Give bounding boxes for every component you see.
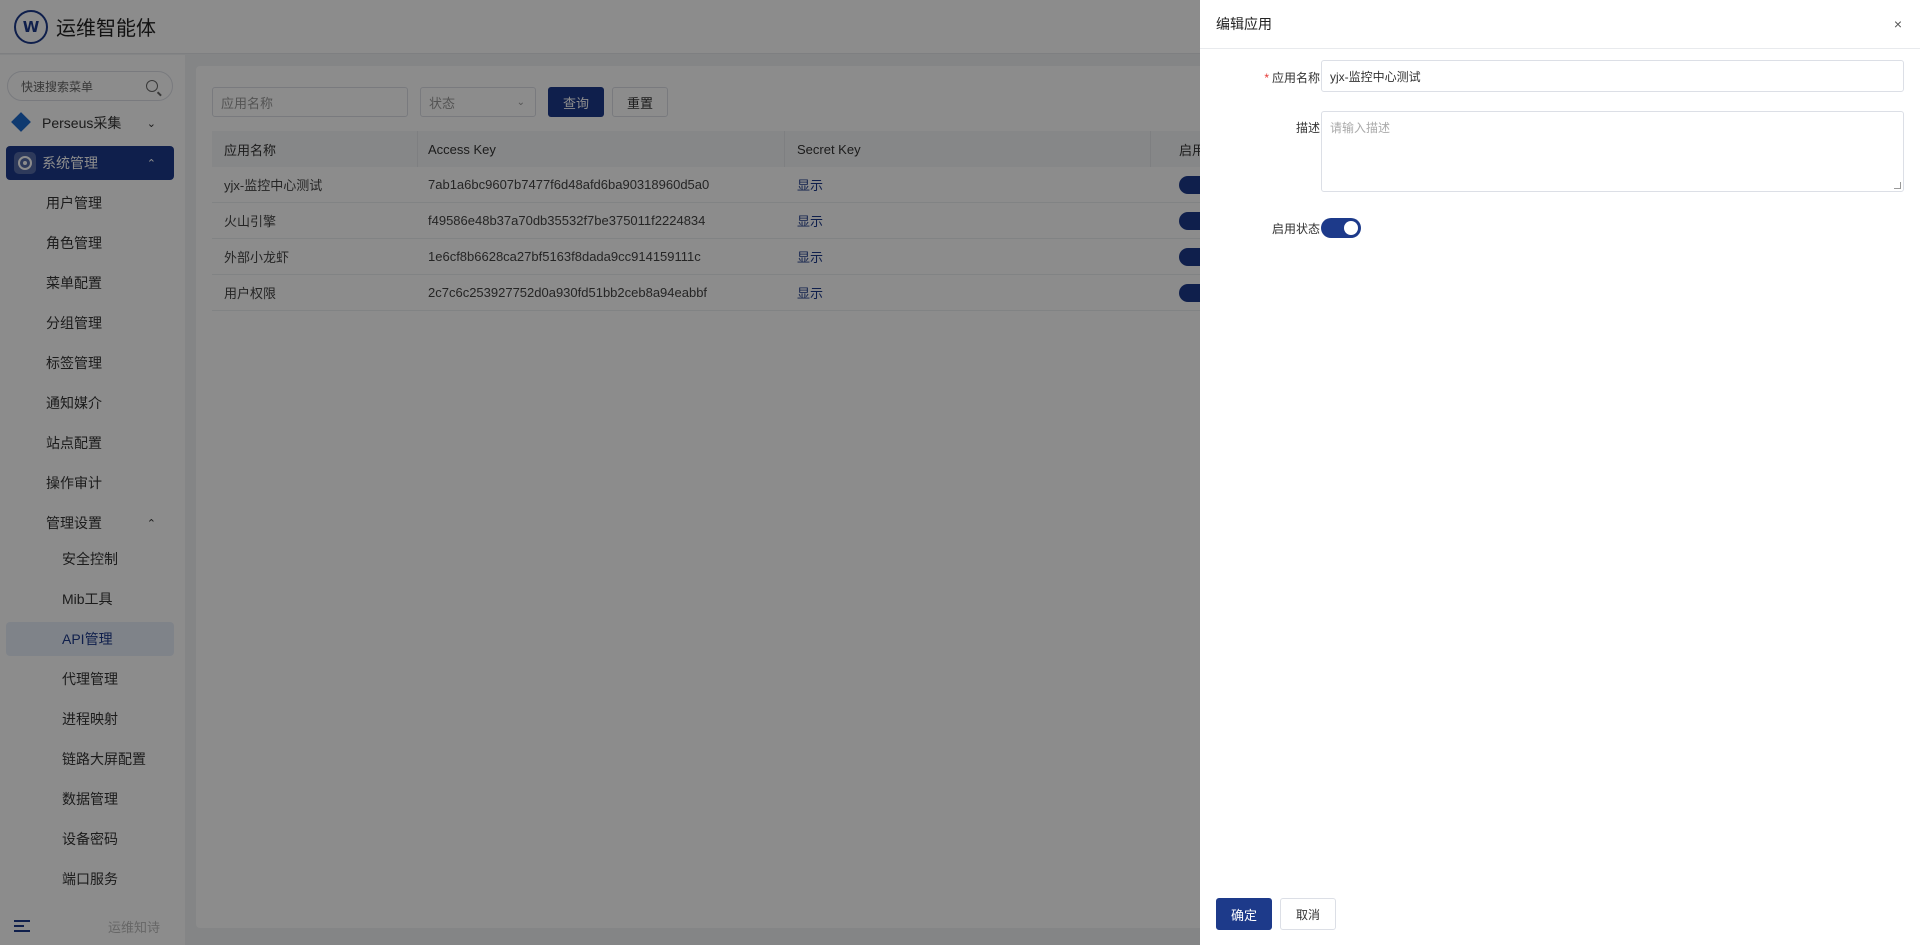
description-placeholder: 请输入描述: [1330, 121, 1391, 135]
app-name-label: * 应用名称: [1200, 69, 1320, 86]
description-textarea[interactable]: 请输入描述: [1321, 111, 1904, 192]
toggle-knob: [1344, 221, 1358, 235]
drawer-title: 编辑应用: [1216, 16, 1272, 32]
close-icon[interactable]: ×: [1894, 17, 1902, 31]
app-name-label-text: 应用名称: [1271, 71, 1320, 85]
enable-status-label: 启用状态: [1271, 222, 1320, 236]
edit-app-drawer: 编辑应用 × * 应用名称 yjx-监控中心测试 描述 请输入描述 启用状态 确定…: [1200, 0, 1920, 945]
cancel-button[interactable]: 取消: [1280, 898, 1336, 930]
app-name-value: yjx-监控中心测试: [1330, 69, 1421, 84]
drawer-mask[interactable]: [0, 0, 1200, 945]
confirm-button[interactable]: 确定: [1216, 898, 1272, 930]
app-name-input[interactable]: yjx-监控中心测试: [1321, 60, 1904, 92]
drawer-header: 编辑应用 ×: [1200, 0, 1920, 49]
resize-handle-icon[interactable]: [1894, 182, 1901, 189]
description-label: 描述: [1295, 121, 1320, 135]
required-mark: *: [1264, 71, 1269, 85]
enable-status-toggle[interactable]: [1321, 218, 1361, 238]
